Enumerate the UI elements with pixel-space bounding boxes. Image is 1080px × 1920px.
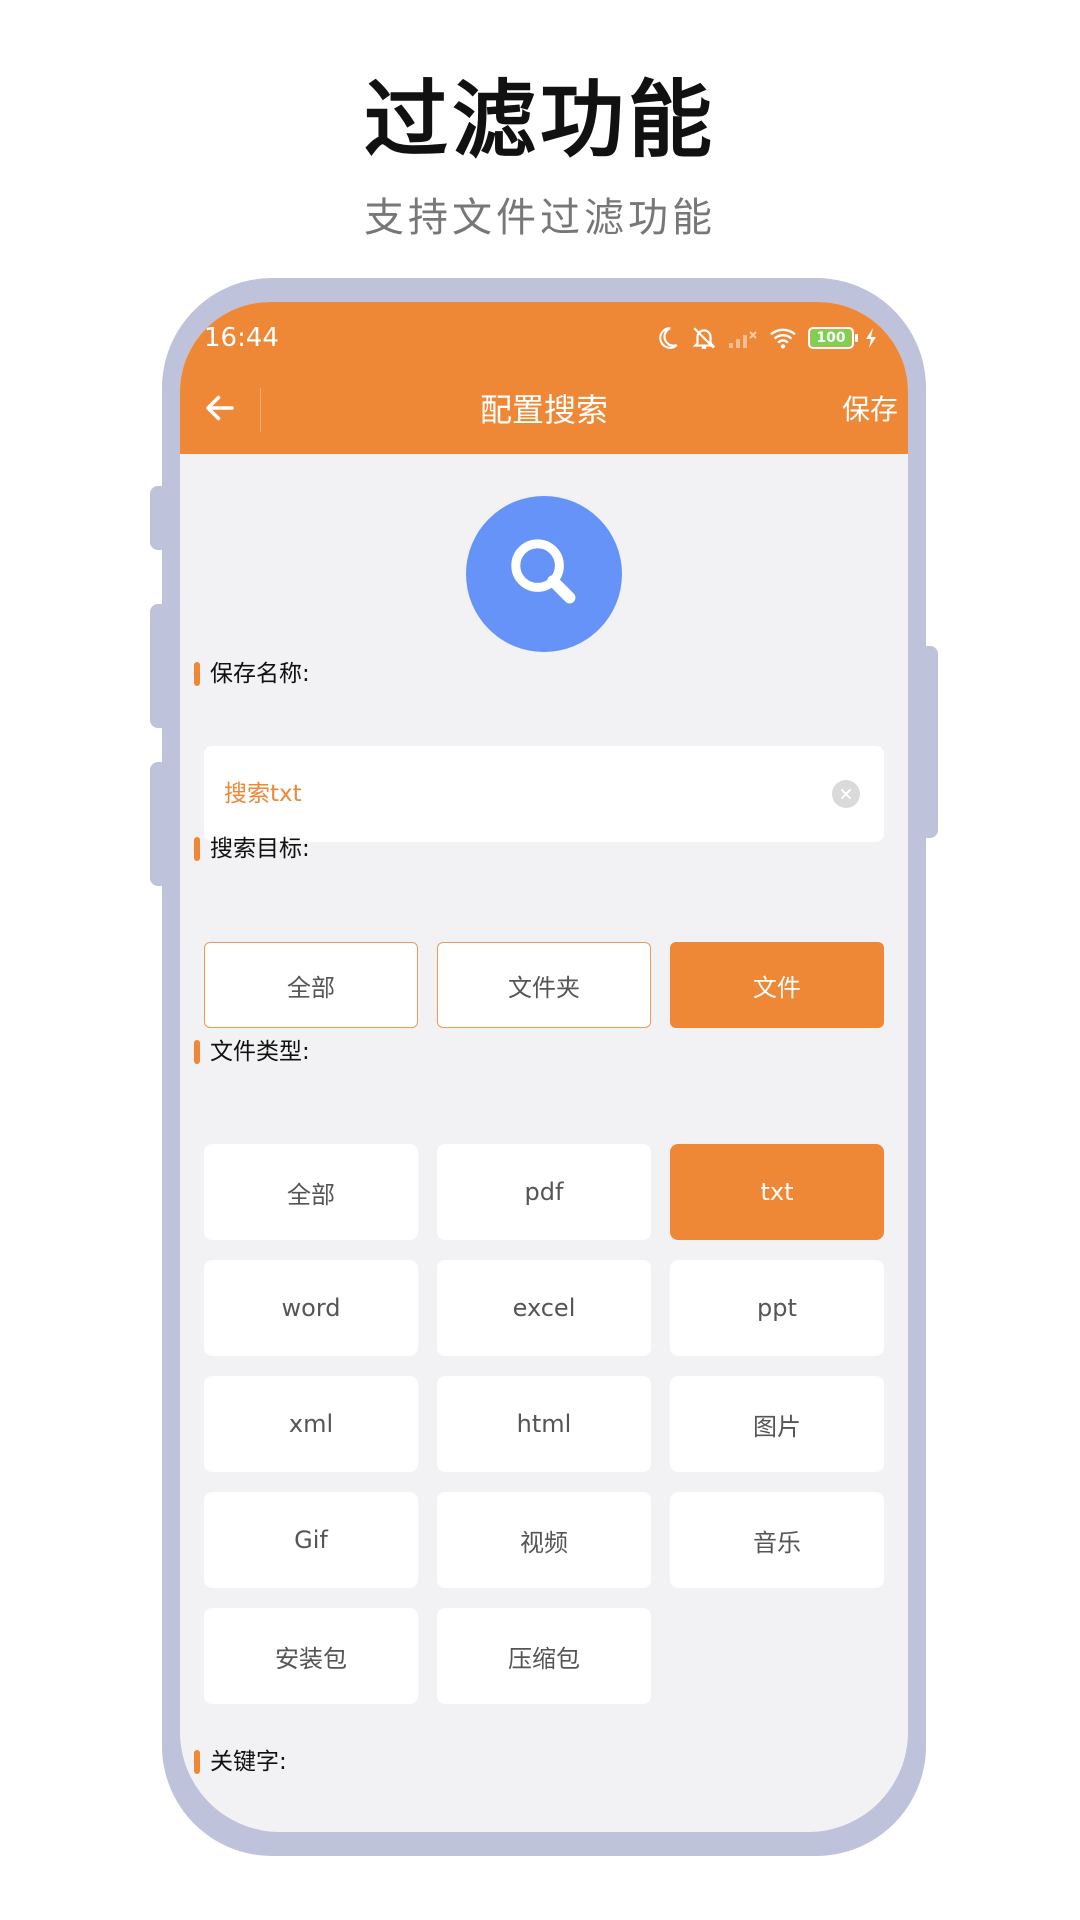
battery-level: 100 [816, 330, 846, 346]
type-chip-xml[interactable]: xml [204, 1376, 418, 1472]
type-chip-html[interactable]: html [437, 1376, 651, 1472]
target-folder-button[interactable]: 文件夹 [437, 942, 651, 1028]
type-chip-ppt[interactable]: ppt [670, 1260, 884, 1356]
type-chip-apk[interactable]: 安装包 [204, 1608, 418, 1704]
save-name-label: 保存名称: [194, 657, 310, 691]
app-bar: 16:44 100 配置搜索 保存 [180, 302, 908, 454]
type-chip-video[interactable]: 视频 [437, 1492, 651, 1588]
keyword-label: 关键字: [194, 1745, 287, 1779]
status-time: 16:44 [204, 323, 279, 353]
clear-icon[interactable] [832, 780, 860, 808]
file-type-label: 文件类型: [194, 1035, 310, 1069]
charging-icon [864, 327, 878, 349]
type-chip-word[interactable]: word [204, 1260, 418, 1356]
wifi-icon [768, 326, 798, 350]
file-type-label-text: 文件类型: [210, 1039, 310, 1065]
target-all-button[interactable]: 全部 [204, 942, 418, 1028]
type-chip-pdf[interactable]: pdf [437, 1144, 651, 1240]
type-chip-excel[interactable]: excel [437, 1260, 651, 1356]
type-chip-gif[interactable]: Gif [204, 1492, 418, 1588]
search-target-label-text: 搜索目标: [210, 836, 310, 862]
mute-bell-icon [690, 325, 718, 351]
section-marker [194, 1750, 200, 1774]
type-chip-all[interactable]: 全部 [204, 1144, 418, 1240]
section-marker [194, 837, 200, 861]
status-icons: 100 [654, 322, 878, 354]
type-chip-music[interactable]: 音乐 [670, 1492, 884, 1588]
save-name-value[interactable]: 搜索txt [224, 776, 302, 812]
search-icon [503, 531, 585, 617]
target-file-button[interactable]: 文件 [670, 942, 884, 1028]
signal-icon [728, 327, 758, 349]
keyword-label-text: 关键字: [210, 1749, 287, 1775]
battery-icon: 100 [808, 327, 858, 349]
phone-screen: 16:44 100 配置搜索 保存 保存名称: 搜索txt 搜索目标: 全部 文… [180, 302, 908, 1832]
type-chip-archive[interactable]: 压缩包 [437, 1608, 651, 1704]
section-marker [194, 662, 200, 686]
moon-icon [654, 325, 680, 351]
section-marker [194, 1040, 200, 1064]
search-target-label: 搜索目标: [194, 832, 310, 866]
promo-subtitle: 支持文件过滤功能 [364, 195, 716, 241]
search-badge [466, 496, 622, 652]
save-name-label-text: 保存名称: [210, 661, 310, 687]
page-title: 配置搜索 [479, 391, 608, 429]
save-name-field[interactable]: 搜索txt [204, 746, 884, 842]
promo-title: 过滤功能 [363, 71, 716, 169]
type-chip-txt[interactable]: txt [670, 1144, 884, 1240]
type-chip-image[interactable]: 图片 [670, 1376, 884, 1472]
save-button[interactable]: 保存 [842, 388, 898, 432]
